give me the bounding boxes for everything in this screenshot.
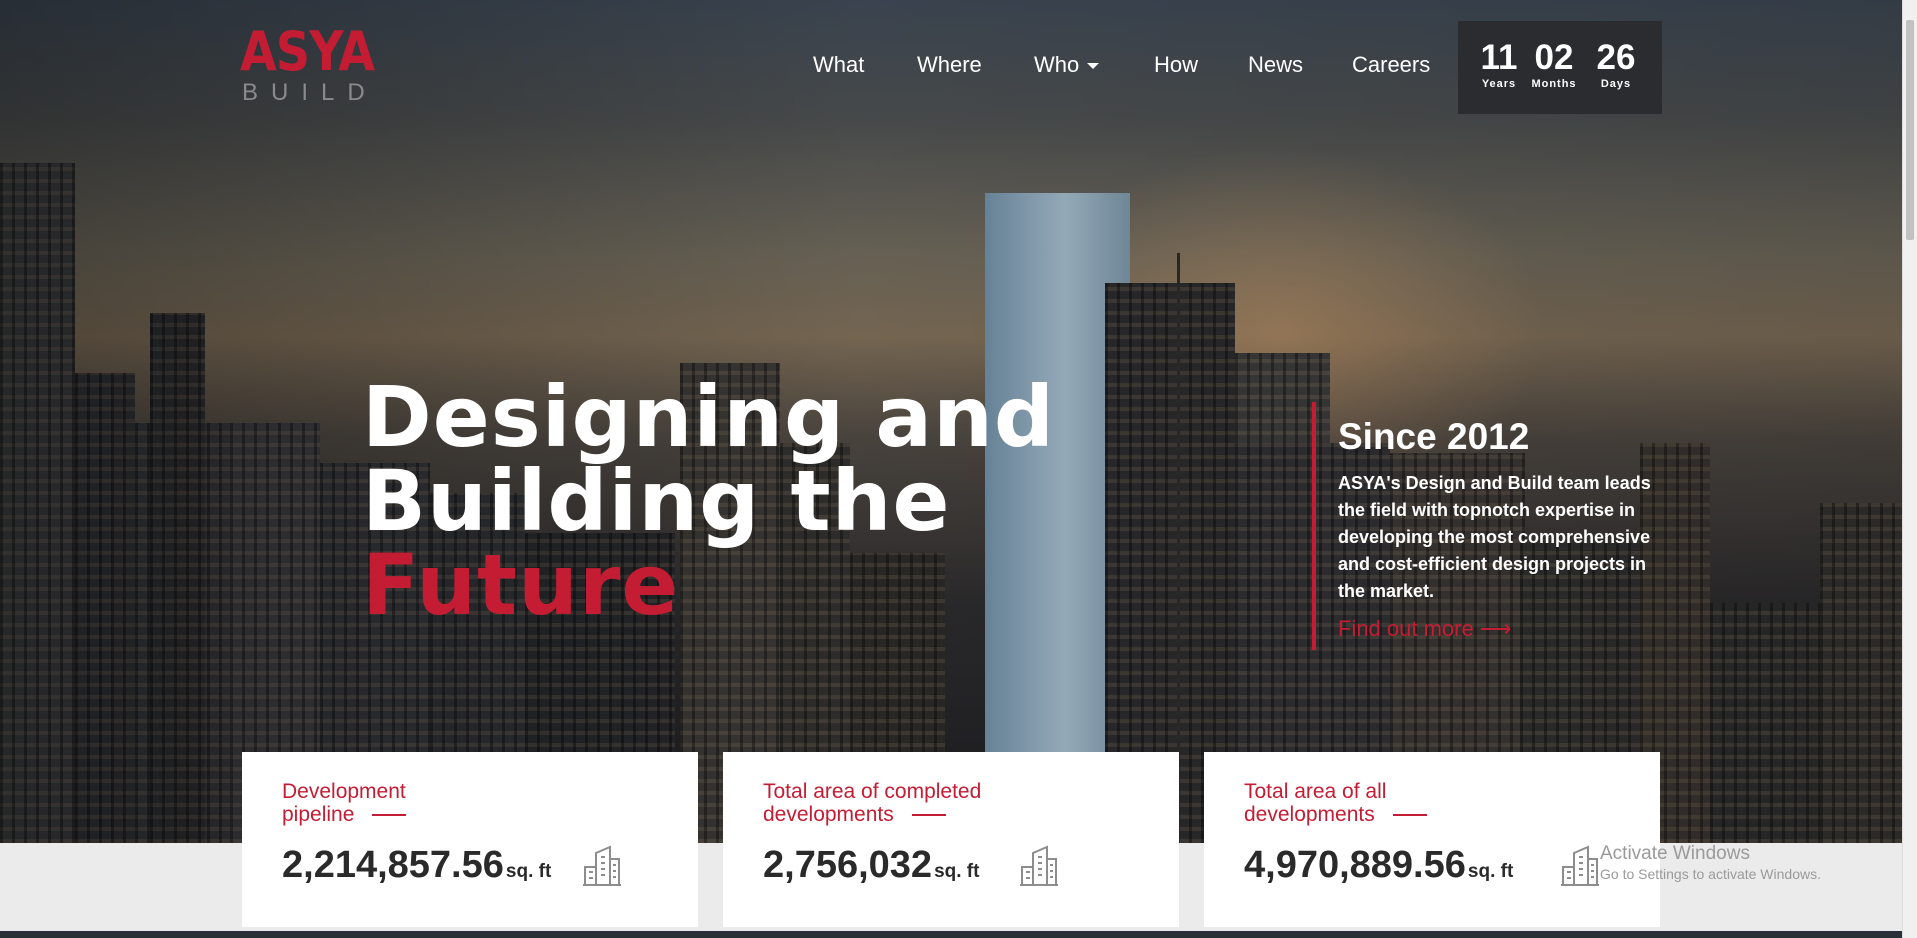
brand-logo[interactable]: ASYA BUILD: [240, 20, 378, 110]
counter-years: 11 Years: [1478, 38, 1520, 91]
find-out-more-link[interactable]: Find out more ⟶: [1338, 616, 1511, 642]
counter-months: 02 Months: [1524, 38, 1584, 91]
hero-headline-line-2: Building the: [362, 452, 951, 550]
stat-card-completed: Total area of completed developments 2,75…: [723, 752, 1179, 927]
nav-item-where[interactable]: Where: [917, 52, 982, 78]
dash-divider: [372, 814, 407, 817]
counter-years-label: Years: [1481, 78, 1517, 90]
stat-value: 2,214,857.56 sq. ft: [282, 844, 551, 887]
since-panel: Since 2012 ASYA's Design and Build team …: [1312, 402, 1672, 650]
stat-number: 2,756,032: [763, 844, 933, 886]
counter-days: 26 Days: [1588, 38, 1644, 91]
hero-headline: Designing and Building the Future: [362, 375, 1082, 627]
counter-years-value: 11: [1480, 38, 1518, 77]
nav-item-who[interactable]: Who: [1034, 52, 1100, 78]
nav-item-what[interactable]: What: [813, 52, 864, 78]
stat-unit: sq. ft: [934, 861, 980, 882]
building-icon: [583, 845, 621, 886]
counter-months-label: Months: [1531, 78, 1577, 90]
watermark-title: Activate Windows: [1600, 843, 1750, 864]
windows-activation-watermark: Activate Windows Go to Settings to activ…: [1600, 843, 1821, 883]
building-icon: [1561, 845, 1599, 886]
stat-unit: sq. ft: [505, 861, 552, 882]
since-title: Since 2012: [1338, 416, 1530, 457]
chevron-down-icon: [1087, 63, 1100, 70]
building-icon: [1020, 845, 1058, 886]
stat-label: Total area of all developments: [1244, 780, 1624, 826]
counter-days-value: 26: [1596, 38, 1636, 77]
nav-item-careers[interactable]: Careers: [1352, 52, 1430, 78]
taskbar-edge: [0, 931, 1902, 938]
stat-label-line-1: Total area of completed: [763, 780, 982, 803]
hero-headline-line-1: Designing and: [362, 368, 1055, 466]
stat-label-line-2: developments: [763, 803, 894, 826]
stat-value: 4,970,889.56 sq. ft: [1244, 844, 1513, 887]
dash-divider: [1392, 814, 1427, 817]
stat-number: 4,970,889.56: [1244, 844, 1466, 886]
logo-subtext: BUILD: [242, 79, 378, 106]
stat-card-pipeline: Development pipeline 2,214,857.56 sq. ft: [242, 752, 698, 927]
stat-label-line-2: developments: [1244, 803, 1375, 826]
nav-item-who-label: Who: [1034, 52, 1080, 77]
stat-card-all: Total area of all developments 4,970,889.…: [1204, 752, 1660, 927]
hero-headline-accent: Future: [362, 536, 680, 634]
page-scrollbar[interactable]: [1902, 0, 1917, 938]
watermark-subtitle: Go to Settings to activate Windows.: [1600, 866, 1821, 882]
stat-label: Development pipeline: [282, 780, 662, 826]
years-counter: 11 Years 02 Months 26 Days: [1458, 21, 1662, 114]
nav-item-news[interactable]: News: [1248, 52, 1303, 78]
stat-unit: sq. ft: [1467, 861, 1514, 882]
since-description: ASYA's Design and Build team leads the f…: [1338, 473, 1651, 601]
stat-number: 2,214,857.56: [282, 844, 504, 886]
stat-value: 2,756,032 sq. ft: [763, 844, 979, 887]
logo-wordmark: ASYA: [240, 20, 375, 83]
stat-label: Total area of completed developments: [763, 780, 1143, 826]
stat-label-line-2: pipeline: [282, 803, 355, 826]
counter-days-label: Days: [1600, 78, 1632, 90]
nav-item-how[interactable]: How: [1154, 52, 1198, 78]
dash-divider: [911, 814, 946, 817]
counter-months-value: 02: [1534, 38, 1574, 77]
stat-label-line-1: Development: [282, 780, 406, 803]
accent-bar: [1312, 402, 1316, 650]
stat-label-line-1: Total area of all: [1244, 780, 1387, 803]
scrollbar-thumb[interactable]: [1906, 20, 1914, 240]
